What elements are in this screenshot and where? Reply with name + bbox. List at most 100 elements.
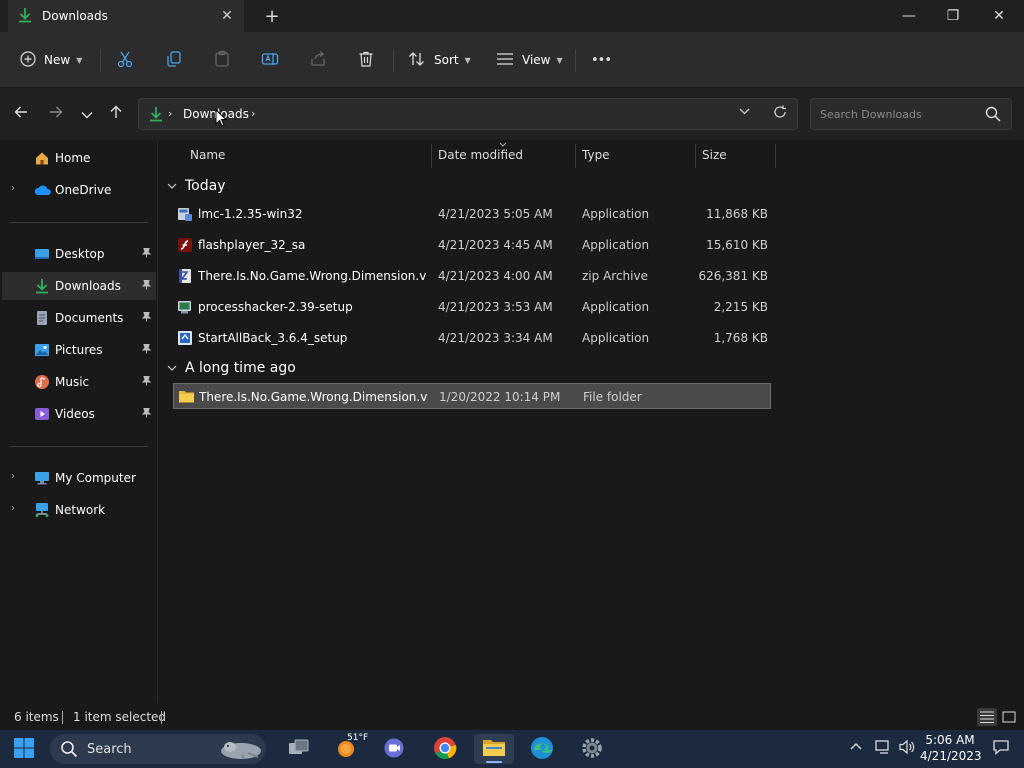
pin-icon[interactable] xyxy=(141,312,152,325)
back-button[interactable] xyxy=(10,103,32,125)
arrow-up-icon xyxy=(109,105,123,123)
chat-icon xyxy=(383,737,405,762)
notification-center-icon[interactable] xyxy=(992,739,1010,759)
active-indicator xyxy=(486,761,502,763)
share-icon xyxy=(309,50,327,71)
pin-icon[interactable] xyxy=(141,344,152,357)
column-separator[interactable] xyxy=(695,144,696,168)
more-options-button[interactable]: ••• xyxy=(591,44,612,76)
chevron-right-icon[interactable]: › xyxy=(11,183,15,194)
rename-button[interactable] xyxy=(261,44,279,76)
pin-icon[interactable] xyxy=(141,280,152,293)
chevron-right-icon[interactable]: › xyxy=(11,503,15,514)
pin-icon[interactable] xyxy=(141,248,152,261)
search-icon xyxy=(60,740,78,761)
tiles-view-button[interactable] xyxy=(1000,708,1020,726)
download-icon xyxy=(34,278,50,294)
cut-button[interactable] xyxy=(116,44,134,76)
search-icon[interactable] xyxy=(985,106,1001,125)
status-divider xyxy=(62,711,63,724)
sort-icon xyxy=(408,51,426,70)
task-view-button[interactable] xyxy=(279,734,319,764)
edge-taskbar-button[interactable] xyxy=(522,734,562,764)
title-bar: Downloads ✕ + — ❐ ✕ xyxy=(0,0,1024,32)
chevron-right-icon[interactable]: › xyxy=(11,471,15,482)
new-button[interactable]: New ▼ xyxy=(20,44,82,76)
address-bar[interactable]: › Downloads › xyxy=(138,98,798,130)
forward-button[interactable] xyxy=(45,103,67,125)
column-header-date[interactable]: Date modified xyxy=(438,148,523,162)
column-header-size[interactable]: Size xyxy=(702,148,727,162)
sidebar-item-downloads[interactable]: Downloads xyxy=(2,272,156,300)
search-input[interactable]: Search Downloads xyxy=(810,98,1012,130)
tab-downloads[interactable]: Downloads ✕ xyxy=(8,0,244,32)
document-icon xyxy=(34,310,50,326)
file-row[interactable]: StartAllBack_3.6.4_setup 4/21/2023 3:34 … xyxy=(173,325,771,351)
file-row-selected[interactable]: There.Is.No.Game.Wrong.Dimension.v1.0...… xyxy=(173,383,771,409)
sidebar-item-desktop[interactable]: Desktop xyxy=(2,240,156,268)
file-explorer-taskbar-button[interactable] xyxy=(474,734,514,764)
group-header-today[interactable]: Today xyxy=(167,178,226,194)
settings-taskbar-button[interactable] xyxy=(572,734,612,764)
view-button[interactable]: View ▼ xyxy=(496,44,563,76)
file-row[interactable]: There.Is.No.Game.Wrong.Dimension.v1.0...… xyxy=(173,263,771,289)
status-bar: 6 items 1 item selected xyxy=(0,702,1024,730)
breadcrumb-chevron[interactable]: › xyxy=(168,107,172,120)
minimize-button[interactable]: — xyxy=(886,0,932,32)
teams-chat-button[interactable] xyxy=(374,734,414,764)
pin-icon[interactable] xyxy=(141,376,152,389)
group-header-long-ago[interactable]: A long time ago xyxy=(167,360,296,376)
copy-icon xyxy=(165,50,183,71)
gear-icon xyxy=(581,737,603,762)
sidebar-item-pictures[interactable]: Pictures xyxy=(2,336,156,364)
folder-icon xyxy=(178,389,194,405)
rename-icon xyxy=(261,50,279,71)
breadcrumb-chevron[interactable]: › xyxy=(251,107,255,120)
file-row[interactable]: flashplayer_32_sa 4/21/2023 4:45 AM Appl… xyxy=(173,232,771,258)
pin-icon[interactable] xyxy=(141,408,152,421)
sidebar-item-music[interactable]: Music xyxy=(2,368,156,396)
taskbar: Search 51°F 5:06 AM 4/21/2023 xyxy=(0,730,1024,768)
volume-icon[interactable] xyxy=(898,739,916,759)
refresh-icon[interactable] xyxy=(773,105,787,123)
details-view-button[interactable] xyxy=(977,708,997,726)
chrome-taskbar-button[interactable] xyxy=(425,734,465,764)
network-tray-icon[interactable] xyxy=(874,739,892,759)
sidebar-item-onedrive[interactable]: › OneDrive xyxy=(2,176,156,204)
column-separator[interactable] xyxy=(575,144,576,168)
installer-icon xyxy=(177,299,193,315)
column-header-type[interactable]: Type xyxy=(582,148,610,162)
sidebar-item-my-computer[interactable]: › My Computer xyxy=(2,464,156,492)
file-row[interactable]: processhacker-2.39-setup 4/21/2023 3:53 … xyxy=(173,294,771,320)
address-dropdown-icon[interactable] xyxy=(739,107,750,118)
mouse-cursor-icon xyxy=(215,108,228,130)
column-separator[interactable] xyxy=(431,144,432,168)
paste-button[interactable] xyxy=(213,44,231,76)
chevron-down-icon: ▼ xyxy=(556,55,563,65)
restore-button[interactable]: ❐ xyxy=(930,0,976,32)
recent-locations-button[interactable] xyxy=(76,103,98,125)
item-count: 6 items xyxy=(14,710,59,724)
close-tab-icon[interactable]: ✕ xyxy=(218,7,236,25)
up-button[interactable] xyxy=(105,103,127,125)
share-button[interactable] xyxy=(309,44,327,76)
sidebar-item-documents[interactable]: Documents xyxy=(2,304,156,332)
sidebar-item-home[interactable]: Home xyxy=(2,144,156,172)
download-icon xyxy=(149,106,163,125)
close-window-button[interactable]: ✕ xyxy=(976,0,1022,32)
file-row[interactable]: lmc-1.2.35-win32 4/21/2023 5:05 AM Appli… xyxy=(173,201,771,227)
start-button[interactable] xyxy=(4,734,44,764)
new-tab-button[interactable]: + xyxy=(262,6,282,27)
copy-button[interactable] xyxy=(165,44,183,76)
show-hidden-icons-button[interactable] xyxy=(850,739,862,754)
column-separator[interactable] xyxy=(775,144,776,168)
search-highlight-icon xyxy=(218,737,264,764)
sidebar-item-network[interactable]: › Network xyxy=(2,496,156,524)
sidebar-item-videos[interactable]: Videos xyxy=(2,400,156,428)
taskbar-search-box[interactable]: Search xyxy=(50,734,266,764)
delete-button[interactable] xyxy=(357,44,375,76)
taskbar-clock[interactable]: 5:06 AM 4/21/2023 xyxy=(920,732,982,764)
sidebar-divider xyxy=(10,222,148,223)
sort-button[interactable]: Sort ▼ xyxy=(408,44,471,76)
column-header-name[interactable]: Name xyxy=(190,148,225,162)
